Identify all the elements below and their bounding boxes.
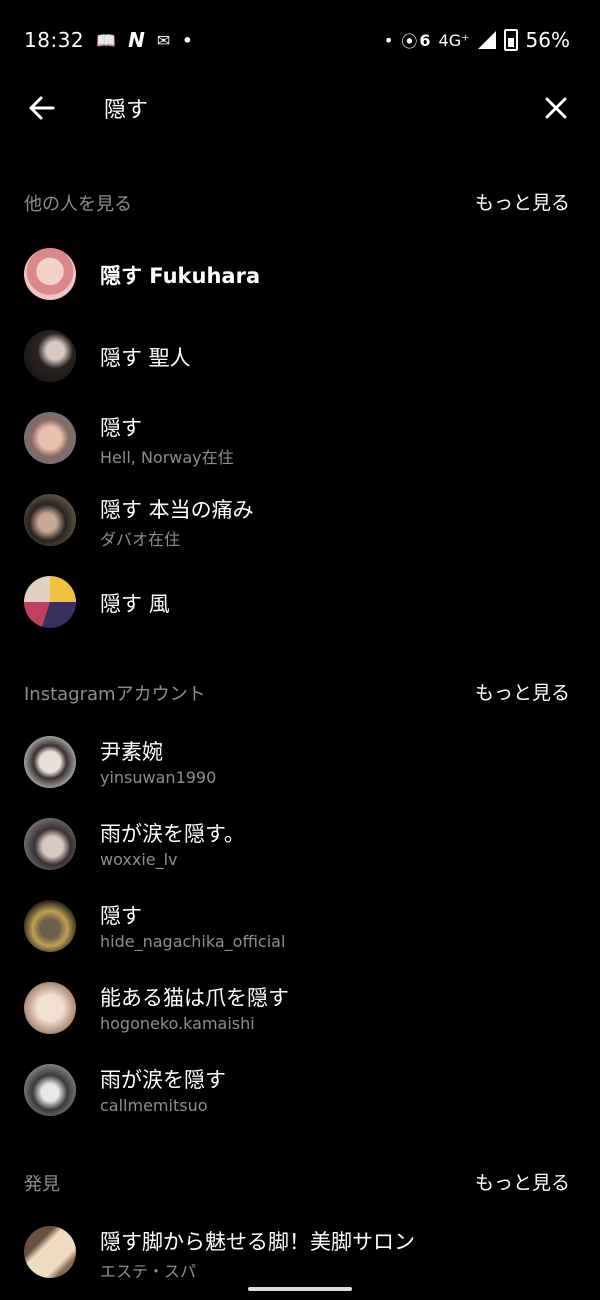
avatar (24, 736, 76, 788)
avatar (24, 412, 76, 464)
signal-icon (477, 31, 496, 49)
see-more-button[interactable]: もっと見る (475, 188, 570, 215)
list-item-title: 隠す 聖人 (100, 346, 191, 370)
avatar (24, 1064, 76, 1116)
list-item-subtitle: Hell, Norway在住 (100, 448, 234, 467)
status-time: 18:32 (24, 28, 85, 52)
screen: 18:32 📖 N ✉ • • ⦿ 6 4G⁺ 56% 隠す 他の人を見る もっ… (0, 0, 600, 1300)
search-header (0, 82, 600, 136)
list-item[interactable]: 隠す 本当の痛み ダバオ在住 (0, 480, 600, 562)
list-item-title: 隠す 本当の痛み (100, 498, 254, 522)
dot-icon: • (182, 30, 193, 50)
section-header: 発見 もっと見る (0, 1162, 600, 1202)
list-item-title: 能ある猫は爪を隠す (100, 986, 289, 1010)
search-input[interactable] (104, 90, 504, 126)
battery-icon (503, 29, 518, 51)
list-item-title: 隠す脚から魅せる脚！美脚サロン (100, 1230, 415, 1254)
list-item[interactable]: 能ある猫は爪を隠す hogoneko.kamaishi (0, 968, 600, 1050)
list-item[interactable]: 隠す Fukuhara (0, 234, 600, 316)
status-bar: 18:32 📖 N ✉ • • ⦿ 6 4G⁺ 56% (0, 0, 600, 80)
see-more-button[interactable]: もっと見る (475, 678, 570, 705)
section-header: 他の人を見る もっと見る (0, 182, 600, 222)
list-item[interactable]: 隠す Hell, Norway在住 (0, 398, 600, 480)
section-title: Instagramアカウント (24, 684, 206, 705)
list-item-title: 隠す (100, 416, 142, 440)
list-item[interactable]: 尹素婉 yinsuwan1990 (0, 722, 600, 804)
n-icon: N (128, 28, 145, 52)
list-item[interactable]: 隠す 聖人 (0, 316, 600, 398)
accounts-section: Instagramアカウント もっと見る 尹素婉 yinsuwan1990 雨が… (0, 672, 600, 1132)
list-item-title: 隠す Fukuhara (100, 264, 261, 288)
avatar (24, 982, 76, 1034)
list-item[interactable]: 隠す脚から魅せる脚！美脚サロン エステ・スパ (0, 1212, 600, 1294)
close-icon (545, 97, 567, 119)
list-item-title: 隠す 風 (100, 592, 170, 616)
dot-icon: • (383, 30, 394, 50)
avatar (24, 494, 76, 546)
avatar (24, 576, 76, 628)
people-section: 他の人を見る もっと見る 隠す Fukuhara 隠す 聖人 隠す Hell, … (0, 182, 600, 644)
hotspot-icon: ⦿ (401, 32, 418, 51)
list-item[interactable]: 雨が涙を隠す callmemitsuo (0, 1050, 600, 1132)
list-item-subtitle: ダバオ在住 (100, 530, 181, 549)
arrow-left-icon (29, 96, 55, 120)
list-item-title: 雨が涙を隠す (100, 1068, 226, 1092)
hotspot-count: 6 (419, 30, 431, 50)
list-item-subtitle: callmemitsuo (100, 1096, 208, 1115)
avatar (24, 1226, 76, 1278)
back-button[interactable] (22, 88, 62, 128)
list-item[interactable]: 隠す 風 (0, 562, 600, 644)
home-indicator[interactable] (248, 1287, 352, 1291)
avatar (24, 818, 76, 870)
section-header: Instagramアカウント もっと見る (0, 672, 600, 712)
list-item-title: 隠す (100, 904, 142, 928)
list-item-title: 雨が涙を隠す。 (100, 822, 245, 846)
status-right: • ⦿ 6 4G⁺ 56% (384, 28, 570, 52)
book-icon: 📖 (96, 30, 117, 50)
avatar (24, 330, 76, 382)
list-item-subtitle: woxxie_lv (100, 850, 178, 869)
section-title: 他の人を見る (24, 194, 132, 215)
see-more-button[interactable]: もっと見る (475, 1168, 570, 1195)
avatar (24, 900, 76, 952)
network-type: 4G⁺ (438, 30, 470, 50)
list-item-subtitle: エステ・スパ (100, 1262, 197, 1281)
battery-level: 56% (525, 28, 570, 52)
discover-section: 発見 もっと見る 隠す脚から魅せる脚！美脚サロン エステ・スパ (0, 1162, 600, 1294)
section-title: 発見 (24, 1174, 60, 1195)
list-item[interactable]: 隠す hide_nagachika_official (0, 886, 600, 968)
list-item-subtitle: yinsuwan1990 (100, 768, 217, 787)
list-item-subtitle: hogoneko.kamaishi (100, 1014, 255, 1033)
avatar (24, 248, 76, 300)
list-item-subtitle: hide_nagachika_official (100, 932, 286, 951)
clear-search-button[interactable] (536, 88, 576, 128)
mail-icon: ✉ (156, 30, 171, 50)
list-item[interactable]: 雨が涙を隠す。 woxxie_lv (0, 804, 600, 886)
status-left: 18:32 📖 N ✉ • (24, 28, 192, 52)
list-item-title: 尹素婉 (100, 740, 163, 764)
